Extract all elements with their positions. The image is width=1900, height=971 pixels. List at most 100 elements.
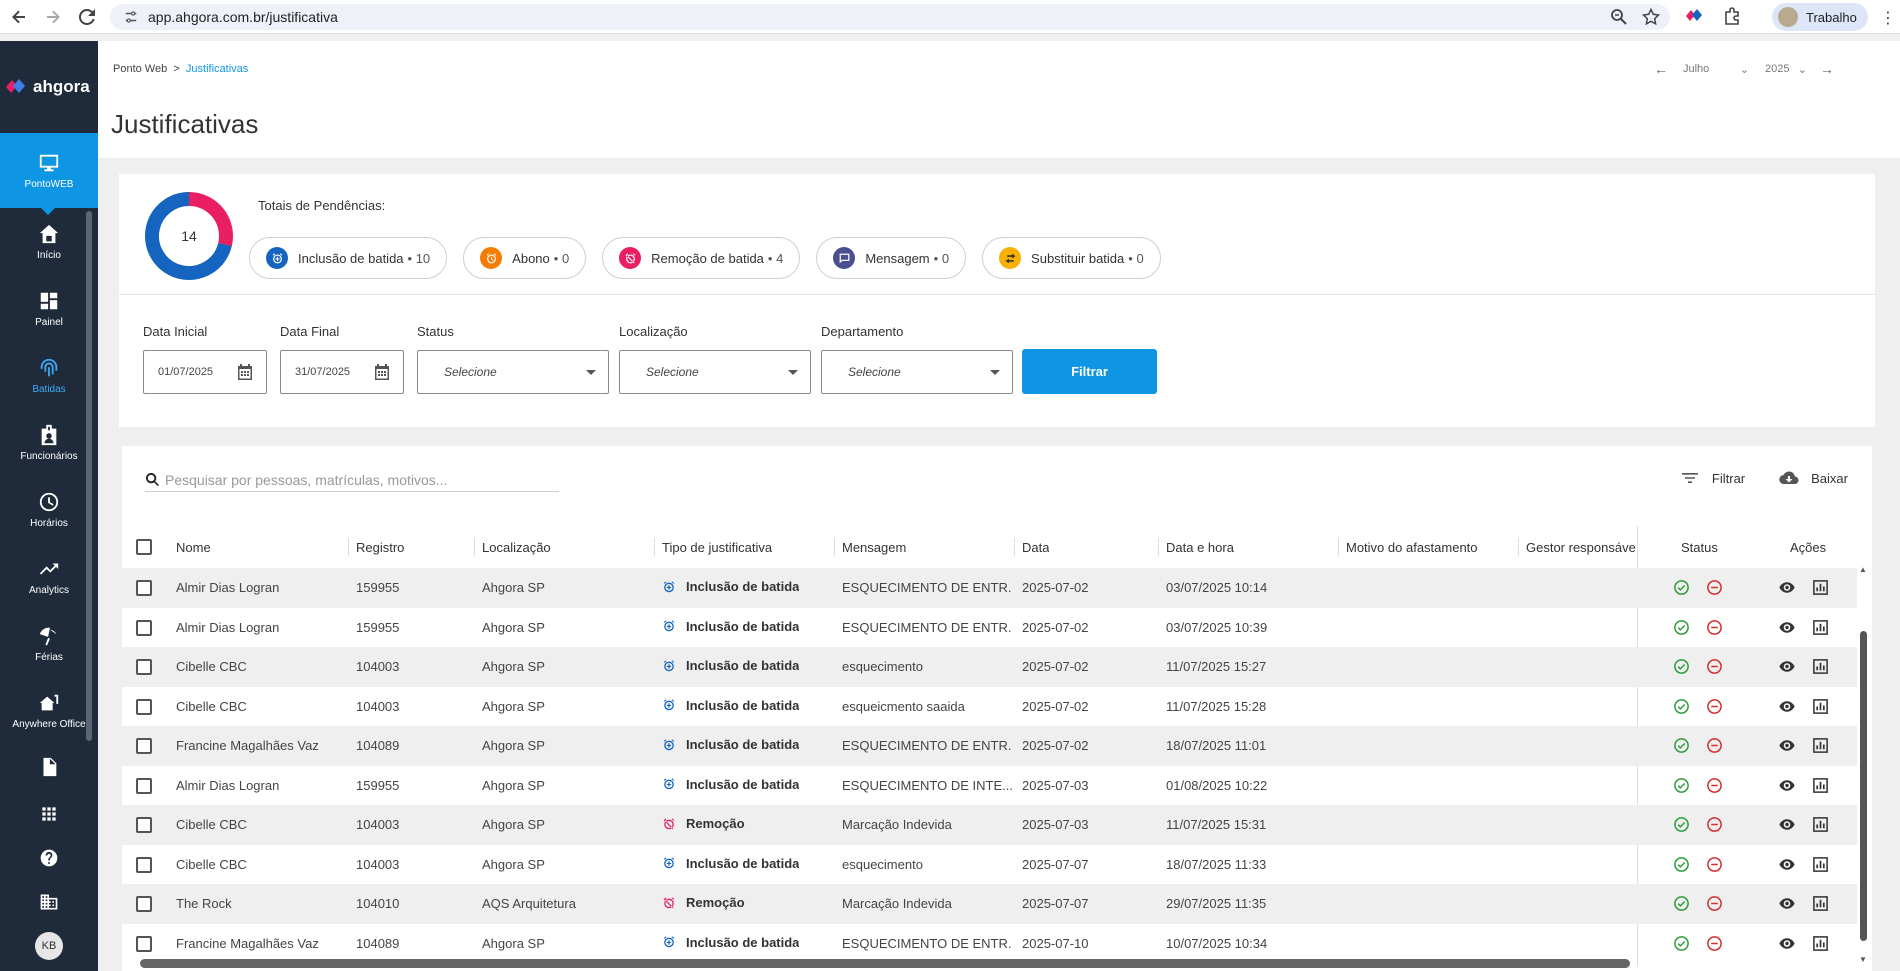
extensions-puzzle-icon[interactable] <box>1722 6 1742 26</box>
view-button[interactable] <box>1777 895 1797 915</box>
column-tipo[interactable]: Tipo de justificativa <box>662 540 772 555</box>
download-button[interactable]: Baixar <box>1779 468 1848 488</box>
row-checkbox[interactable] <box>136 935 152 952</box>
row-checkbox[interactable] <box>136 580 152 596</box>
address-bar[interactable]: app.ahgora.com.br/justificativa <box>110 4 1670 30</box>
approve-button[interactable] <box>1673 895 1690 915</box>
approve-button[interactable] <box>1673 777 1690 797</box>
reject-button[interactable] <box>1706 698 1723 718</box>
report-button[interactable] <box>1812 658 1829 678</box>
row-checkbox[interactable] <box>136 896 152 912</box>
vertical-scroll-thumb[interactable] <box>1860 631 1867 941</box>
row-checkbox[interactable] <box>136 659 152 675</box>
reject-button[interactable] <box>1706 856 1723 876</box>
approve-button[interactable] <box>1673 935 1690 955</box>
view-button[interactable] <box>1777 619 1797 639</box>
reject-button[interactable] <box>1706 895 1723 915</box>
pill-mensagem[interactable]: Mensagem • 0 <box>816 237 967 279</box>
pill-inclusao-de-batida[interactable]: Inclusão de batida • 10 <box>249 237 448 279</box>
site-settings-icon[interactable] <box>124 10 138 24</box>
user-avatar-button[interactable]: KB <box>0 924 98 968</box>
sidebar-scrollbar[interactable] <box>86 211 92 741</box>
search-input[interactable] <box>165 471 545 488</box>
breadcrumb-root[interactable]: Ponto Web <box>113 63 167 75</box>
year-select[interactable]: 2025 ⌄ <box>1755 63 1807 76</box>
status-select[interactable]: Selecione <box>417 350 609 394</box>
table-row[interactable]: Cibelle CBC 104003 Ahgora SP Inclusão de ba… <box>122 647 1857 687</box>
view-button[interactable] <box>1777 935 1797 955</box>
view-button[interactable] <box>1777 737 1797 757</box>
apps-grid-button[interactable] <box>0 792 98 836</box>
localizacao-select[interactable]: Selecione <box>619 350 811 394</box>
reject-button[interactable] <box>1706 658 1723 678</box>
approve-button[interactable] <box>1673 579 1690 599</box>
forward-icon[interactable] <box>38 2 68 32</box>
column-data-hora[interactable]: Data e hora <box>1166 540 1234 555</box>
view-button[interactable] <box>1777 698 1797 718</box>
table-row[interactable]: Francine Magalhães Vaz 104089 Ahgora SP Inc… <box>122 726 1857 766</box>
approve-button[interactable] <box>1673 658 1690 678</box>
sidebar-item-ferias[interactable]: Férias <box>0 610 98 677</box>
browser-menu-icon[interactable]: ⋮ <box>1880 8 1896 28</box>
sidebar-item-pontoweb[interactable]: PontoWEB <box>0 133 98 215</box>
report-button[interactable] <box>1812 935 1829 955</box>
approve-button[interactable] <box>1673 698 1690 718</box>
row-checkbox[interactable] <box>136 738 152 754</box>
pill-substituir-batida[interactable]: Substituir batida • 0 <box>982 237 1161 279</box>
column-nome[interactable]: Nome <box>176 540 211 555</box>
report-button[interactable] <box>1812 579 1829 599</box>
row-checkbox[interactable] <box>136 698 152 715</box>
sidebar-item-inicio[interactable]: Início <box>0 208 98 275</box>
report-button[interactable] <box>1812 895 1829 915</box>
approve-button[interactable] <box>1673 737 1690 757</box>
next-period-arrow-icon[interactable]: → <box>1817 61 1837 77</box>
reject-button[interactable] <box>1706 737 1723 757</box>
column-motivo[interactable]: Motivo do afastamento <box>1346 540 1478 555</box>
approve-button[interactable] <box>1673 619 1690 639</box>
report-button[interactable] <box>1812 698 1829 718</box>
month-select[interactable]: Julho ⌄ <box>1671 63 1755 76</box>
table-row[interactable]: Almir Dias Logran 159955 Ahgora SP Inclusão… <box>122 568 1857 608</box>
sidebar-item-horarios[interactable]: Horários <box>0 476 98 543</box>
column-mensagem[interactable]: Mensagem <box>842 540 906 555</box>
select-all-checkbox[interactable] <box>136 539 152 555</box>
view-button[interactable] <box>1777 579 1797 599</box>
zoom-icon[interactable] <box>1610 8 1628 26</box>
row-checkbox[interactable] <box>136 777 152 794</box>
column-data[interactable]: Data <box>1022 540 1049 555</box>
reject-button[interactable] <box>1706 579 1723 599</box>
table-row[interactable]: Francine Magalhães Vaz 104089 Ahgora SP Inc… <box>122 924 1857 964</box>
profile-button[interactable]: Trabalho <box>1772 3 1868 31</box>
help-button[interactable] <box>0 836 98 880</box>
table-row[interactable]: Almir Dias Logran 159955 Ahgora SP Inclusão… <box>122 608 1857 648</box>
sidebar-item-documents[interactable] <box>0 744 98 794</box>
table-row[interactable]: Cibelle CBC 104003 Ahgora SP Inclusão de ba… <box>122 845 1857 885</box>
table-row[interactable]: Cibelle CBC 104003 Ahgora SP Inclusão de ba… <box>122 687 1857 727</box>
back-icon[interactable] <box>4 2 34 32</box>
calendar-icon[interactable] <box>373 363 391 381</box>
reject-button[interactable] <box>1706 935 1723 955</box>
sidebar-item-anywhere-office[interactable]: Anywhere Office <box>0 677 98 744</box>
reload-icon[interactable] <box>72 2 102 32</box>
data-final-input[interactable]: 31/07/2025 <box>280 350 404 394</box>
column-localizacao[interactable]: Localização <box>482 540 551 555</box>
calendar-icon[interactable] <box>236 363 254 381</box>
sidebar-item-batidas[interactable]: Batidas <box>0 342 98 409</box>
row-checkbox[interactable] <box>136 856 152 873</box>
pill-abono[interactable]: Abono • 0 <box>463 237 587 279</box>
sidebar-item-analytics[interactable]: Analytics <box>0 543 98 610</box>
data-inicial-input[interactable]: 01/07/2025 <box>143 350 267 394</box>
row-checkbox[interactable] <box>136 619 152 636</box>
table-row[interactable]: Cibelle CBC 104003 Ahgora SP Remoção Marcaçã… <box>122 805 1857 845</box>
view-button[interactable] <box>1777 658 1797 678</box>
approve-button[interactable] <box>1673 816 1690 836</box>
bookmark-star-icon[interactable] <box>1642 8 1660 26</box>
table-vertical-scrollbar[interactable]: ▲ ▼ <box>1857 565 1869 966</box>
view-button[interactable] <box>1777 856 1797 876</box>
reject-button[interactable] <box>1706 777 1723 797</box>
column-gestor[interactable]: Gestor responsáve <box>1526 540 1636 555</box>
prev-period-arrow-icon[interactable]: ← <box>1651 61 1671 77</box>
reject-button[interactable] <box>1706 816 1723 836</box>
table-filter-button[interactable]: Filtrar <box>1680 468 1745 488</box>
extension-logo-icon[interactable] <box>1684 6 1704 26</box>
